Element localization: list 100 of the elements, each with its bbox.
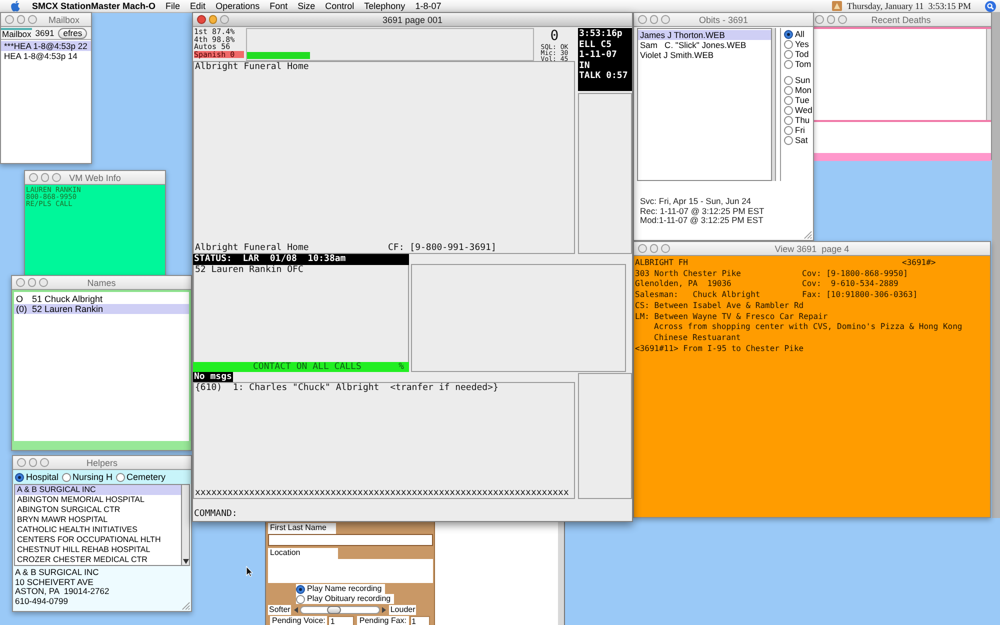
menu-item[interactable]: Edit [190,0,206,12]
radio-button[interactable] [784,30,793,38]
call-info-text: TALK 0:57 [579,71,628,82]
minimize-button[interactable] [28,458,38,467]
menu-clock[interactable]: Thursday, January 11 3:53:15 PM [846,0,971,12]
radio-button[interactable] [784,116,793,124]
zoom-button[interactable] [661,15,670,24]
tile-icon[interactable] [832,1,842,11]
minimize-button[interactable] [16,15,26,24]
minimize-button[interactable] [826,15,836,24]
window-title: Helpers [86,456,118,468]
minimize-button[interactable] [40,173,50,182]
filter-label: Sat [795,135,808,145]
banner-percent: % [398,362,404,372]
filter-label: Tue [795,95,810,105]
menu-item[interactable]: Telephony [364,0,406,12]
name-field[interactable] [268,534,433,546]
address-line: A & B SURGICAL INC [15,568,99,578]
zoom-button[interactable] [220,15,230,24]
zoom-button[interactable] [661,244,670,253]
radio-button[interactable] [784,96,793,104]
close-button[interactable] [5,15,14,24]
search-icon[interactable] [985,0,996,12]
note-line: Chinese Restuarant [654,332,741,344]
address-line: 610-494-0799 [15,596,68,606]
menu-item[interactable]: Operations [216,0,260,12]
close-button[interactable] [638,15,647,24]
left-arrow-icon[interactable] [294,607,298,613]
close-button[interactable] [29,173,38,182]
menu-item[interactable]: Size [298,0,316,12]
radio-button[interactable] [784,50,793,58]
apple-icon[interactable] [10,0,21,12]
location-field[interactable] [268,559,433,583]
radio-button[interactable] [784,126,793,134]
scrollbar[interactable] [182,484,190,566]
zoom-button[interactable] [39,278,48,287]
scrollbar[interactable] [986,29,991,120]
phone-text: Cov: [9-1800-868-9950] [802,268,908,280]
pending-voice-label: Pending Voice: [270,616,328,625]
scrollbar[interactable] [772,28,776,181]
obituary-item[interactable]: James J Thorton.WEB [638,30,771,40]
window-title: VM Web Info [69,172,121,184]
app-menu[interactable]: SMCX StationMaster Mach-O [32,0,156,12]
minimize-button[interactable] [28,278,36,287]
location-label: Location [268,548,338,559]
window-title: Recent Deaths [871,14,931,26]
close-button[interactable] [638,244,647,253]
zoom-button[interactable] [838,15,848,24]
zoom-button[interactable] [28,15,38,24]
minimize-button[interactable] [208,15,218,24]
zoom-button[interactable] [52,173,62,182]
close-button[interactable] [17,458,26,467]
radio-button[interactable] [784,86,793,94]
minimize-button[interactable] [650,15,658,24]
radio-button[interactable] [784,40,793,48]
separator-line: xxxxxxxxxxxxxxxxxxxxxxxxxxxxxxxxxxxxxxxxxxxxxxxxxxxxxxxxxxxxxxxxxxxxx [195,488,569,498]
call-info-text: 3:53:16p [579,29,622,40]
filter-label: Wed [795,105,812,115]
messages-label: No msgs [193,372,233,382]
radio-button[interactable] [15,472,24,482]
resize-grip-icon[interactable] [804,231,812,239]
menu-item[interactable]: Control [325,0,354,12]
call-info-text: 1-11-07 [579,50,617,60]
slider-thumb[interactable] [326,606,341,614]
name-row[interactable]: (0) 52 Lauren Rankin [14,304,189,314]
menu-item[interactable]: File [166,0,180,12]
volume-slider[interactable] [300,606,380,614]
window-title: View 3691 page 4 [774,242,850,254]
radio-button[interactable] [784,76,793,84]
window-title: 3691 page 001 [382,14,443,26]
helper-item[interactable]: A & B SURGICAL INC [15,485,181,495]
close-button[interactable] [815,15,824,24]
filter-label: Sun [795,75,810,85]
status-line: 52 Lauren Rankin OFC [195,265,304,275]
client-code: <3691#> [902,258,936,269]
radio-button[interactable] [62,472,71,482]
message-item[interactable]: ***HEA 1-8@4:53p 22 [1,41,91,51]
mouse-pointer-icon [246,566,253,577]
radio-button[interactable] [296,584,305,594]
address-text: 303 North Chester Pike [635,268,741,278]
down-arrow-icon[interactable] [182,559,188,564]
pending-voice-field[interactable]: 1 [328,616,354,625]
menu-item[interactable]: 1-8-07 [415,0,442,12]
note-line: LM: Between Wayne TV & Fresco Car Repair [635,312,828,322]
close-button[interactable] [197,15,206,24]
filter-label: All [795,29,804,39]
pending-fax-field[interactable]: 1 [410,616,430,625]
zoom-button[interactable] [40,458,50,467]
radio-button[interactable] [116,472,125,482]
close-button[interactable] [16,278,25,287]
refresh-button[interactable]: efres [58,28,88,38]
radio-button[interactable] [296,594,305,604]
resize-grip-icon[interactable] [182,602,190,610]
filter-label: Fri [795,125,805,135]
menu-item[interactable]: Font [270,0,288,12]
radio-button[interactable] [784,106,793,114]
minimize-button[interactable] [650,244,658,253]
right-arrow-icon[interactable] [382,607,386,613]
radio-button[interactable] [784,60,793,68]
radio-button[interactable] [784,136,793,144]
